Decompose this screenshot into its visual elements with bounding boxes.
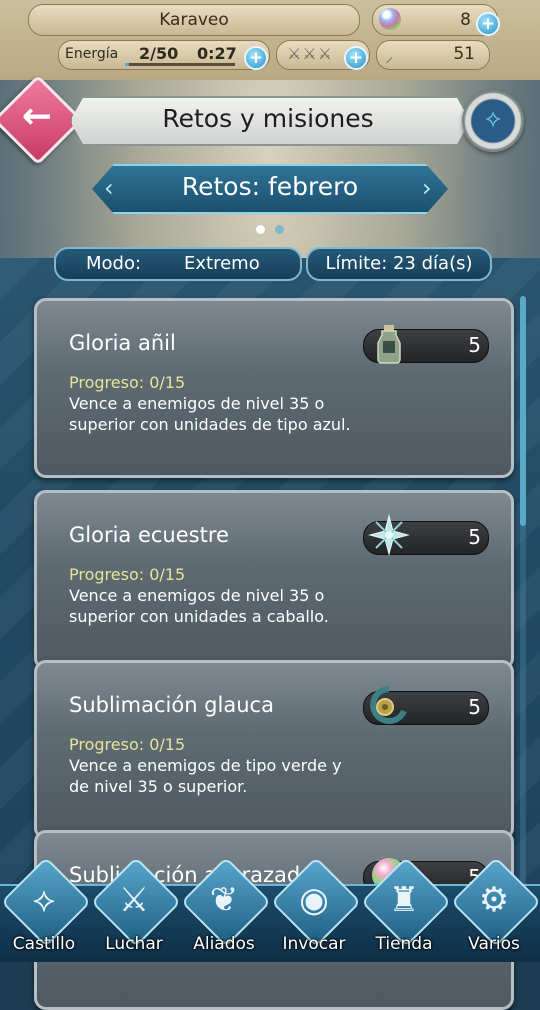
energy-bar-fill: [125, 63, 130, 66]
player-name-pill: Karaveo: [28, 4, 360, 36]
quest-name: Sublimación glauca: [69, 693, 274, 717]
energy-value: 2/50: [139, 44, 179, 63]
limit-badge: Límite: 23 día(s): [306, 247, 492, 281]
quest-card[interactable]: Gloria añil 5 Progreso: 0/15 Vence a ene…: [34, 298, 514, 478]
quest-progress: Progreso: 0/15: [69, 565, 186, 584]
quest-card[interactable]: Sublimación glauca 5 Progreso: 0/15 Venc…: [34, 660, 514, 840]
next-page-icon[interactable]: ›: [422, 174, 432, 202]
nav-label: Invocar: [282, 934, 346, 954]
reward-count: 5: [468, 695, 481, 719]
feather-pill: ⸝ 51: [376, 40, 490, 70]
page-dots: [0, 219, 540, 238]
nav-label: Aliados: [193, 934, 255, 954]
reward-count: 5: [468, 525, 481, 549]
back-arrow-icon[interactable]: ←: [12, 92, 62, 142]
energy-timer: 0:27: [197, 44, 237, 63]
refill-swords-button[interactable]: +: [344, 46, 368, 70]
quest-progress: Progreso: 0/15: [69, 373, 186, 392]
quest-name: Gloria ecuestre: [69, 523, 229, 547]
page-subtitle: Retos: febrero: [181, 172, 359, 201]
nav-label: Luchar: [105, 934, 163, 954]
feather-count: 51: [453, 44, 475, 64]
nav-varios[interactable]: ⚙ Varios: [450, 856, 540, 960]
nav-invocar[interactable]: ◉ Invocar: [270, 856, 362, 960]
wing-icon: ❦: [209, 880, 239, 920]
orb-count: 8: [460, 10, 471, 30]
refill-energy-button[interactable]: +: [244, 46, 268, 70]
crossed-swords-icon: ⚔: [118, 880, 150, 920]
swords-icon: ⚔⚔⚔: [287, 44, 334, 63]
buy-orbs-button[interactable]: +: [476, 12, 500, 36]
mode-label: Modo:: [86, 253, 142, 274]
energy-bar: [125, 63, 235, 66]
orb-icon: ◉: [299, 880, 329, 920]
nav-label: Varios: [468, 934, 520, 954]
quest-name: Gloria añil: [69, 331, 176, 355]
potion-icon: [377, 325, 401, 364]
nav-aliados[interactable]: ❦ Aliados: [180, 856, 272, 960]
castle-crest-icon: ⟡: [32, 880, 56, 920]
nav-tienda[interactable]: ♜ Tienda: [360, 856, 452, 960]
castle-icon: ♜: [388, 880, 420, 920]
status-bar: Karaveo 8 + Energía 2/50 0:27 + ⚔⚔⚔ + ⸝ …: [0, 0, 540, 80]
nav-label: Castillo: [12, 934, 76, 954]
quest-card[interactable]: Gloria ecuestre 5 Progreso: 0/15 Vence a…: [34, 490, 514, 670]
reward-count: 5: [468, 333, 481, 357]
scrollbar-thumb[interactable]: [520, 296, 526, 526]
mode-selector[interactable]: Modo: Extremo: [54, 247, 302, 281]
nav-luchar[interactable]: ⚔ Luchar: [90, 856, 182, 960]
orb-icon: [379, 8, 401, 30]
quest-progress: Progreso: 0/15: [69, 735, 186, 754]
energy-pill: Energía 2/50 0:27: [58, 40, 270, 70]
badge-icon: [368, 514, 410, 556]
emblem-icon[interactable]: ⟡: [462, 90, 524, 152]
mode-value: Extremo: [184, 253, 260, 274]
page-dot[interactable]: [256, 225, 265, 234]
player-name: Karaveo: [159, 10, 229, 30]
nav-label: Tienda: [375, 934, 433, 954]
limit-text: Límite: 23 día(s): [325, 253, 473, 274]
quest-description: Vence a enemigos de tipo verde y de nive…: [69, 756, 342, 796]
gear-icon: ⚙: [478, 880, 510, 920]
feather-icon: ⸝: [385, 47, 394, 67]
crest-icon: [370, 686, 407, 724]
nav-castillo[interactable]: ⟡ Castillo: [0, 856, 92, 960]
page-title: Retos y misiones: [162, 104, 374, 133]
page-dot[interactable]: [275, 225, 284, 234]
energy-label: Energía: [65, 46, 119, 62]
quest-description: Vence a enemigos de nivel 35 o superior …: [69, 586, 329, 626]
quest-description: Vence a enemigos de nivel 35 o superior …: [69, 394, 351, 434]
